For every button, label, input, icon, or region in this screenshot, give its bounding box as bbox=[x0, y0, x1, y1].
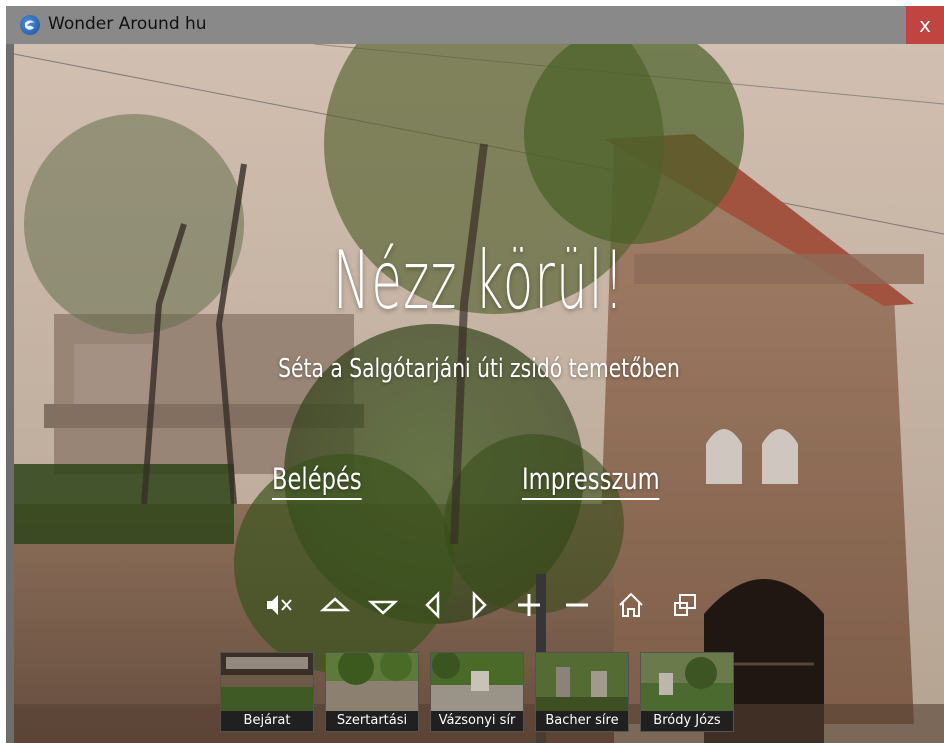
app-logo-icon bbox=[20, 15, 40, 35]
fullscreen-button[interactable] bbox=[670, 590, 700, 620]
title-bar: Wonder Around hu x bbox=[6, 6, 944, 44]
thumbnail-bacher-sire[interactable]: Bacher síre bbox=[535, 652, 629, 732]
home-icon bbox=[619, 592, 643, 617]
impressum-link[interactable]: Impresszum bbox=[522, 462, 660, 500]
thumbnail-szertartasi[interactable]: Szertartási bbox=[325, 652, 419, 732]
panorama-viewport[interactable]: Nézz körül! Séta a Salgótarjáni úti zsid… bbox=[14, 44, 944, 743]
mute-button[interactable] bbox=[264, 590, 294, 620]
zoom-in-icon bbox=[518, 594, 540, 616]
thumbnail-image bbox=[221, 653, 313, 711]
mute-icon bbox=[267, 595, 292, 615]
window-title: Wonder Around hu bbox=[48, 14, 207, 34]
fullscreen-icon bbox=[674, 594, 696, 616]
hero-headline: Nézz körül! bbox=[333, 234, 625, 327]
zoom-in-button[interactable] bbox=[514, 590, 544, 620]
tilt-down-button[interactable] bbox=[367, 590, 399, 620]
thumbnail-label: Szertartási bbox=[326, 711, 418, 731]
tilt-down-icon bbox=[367, 600, 399, 615]
app-window: Wonder Around hu x Nézz körül! Séta a Sa… bbox=[6, 6, 944, 743]
hero-subtitle: Séta a Salgótarjáni úti zsidó temetőben bbox=[278, 354, 680, 384]
zoom-out-button[interactable] bbox=[562, 590, 592, 620]
darken-overlay bbox=[14, 44, 944, 743]
pan-right-button[interactable] bbox=[464, 590, 494, 620]
tilt-up-icon bbox=[319, 597, 351, 612]
thumbnail-bejarat[interactable]: Bejárat bbox=[220, 652, 314, 732]
thumbnail-label: Vázsonyi sír bbox=[431, 711, 523, 731]
pan-left-icon bbox=[425, 590, 440, 620]
tilt-up-button[interactable] bbox=[319, 590, 351, 620]
thumbnail-label: Bejárat bbox=[221, 711, 313, 731]
thumbnail-image bbox=[431, 653, 523, 711]
close-button[interactable]: x bbox=[906, 6, 944, 44]
pan-left-button[interactable] bbox=[418, 590, 448, 620]
panorama-controls bbox=[264, 590, 704, 620]
thumbnail-image bbox=[326, 653, 418, 711]
scene-thumbnails: Bejárat Szertartási Vázsonyi sír Bacher … bbox=[220, 652, 740, 732]
thumbnail-image bbox=[536, 653, 628, 711]
zoom-out-icon bbox=[566, 603, 588, 607]
pan-right-icon bbox=[472, 590, 487, 620]
thumbnail-image bbox=[641, 653, 733, 711]
thumbnail-brody-jozs[interactable]: Bródy Józs bbox=[640, 652, 734, 732]
home-button[interactable] bbox=[616, 590, 646, 620]
thumbnail-label: Bacher síre bbox=[536, 711, 628, 731]
thumbnail-vazsonyi-sir[interactable]: Vázsonyi sír bbox=[430, 652, 524, 732]
thumbnail-label: Bródy Józs bbox=[641, 711, 733, 731]
enter-link[interactable]: Belépés bbox=[272, 462, 362, 500]
